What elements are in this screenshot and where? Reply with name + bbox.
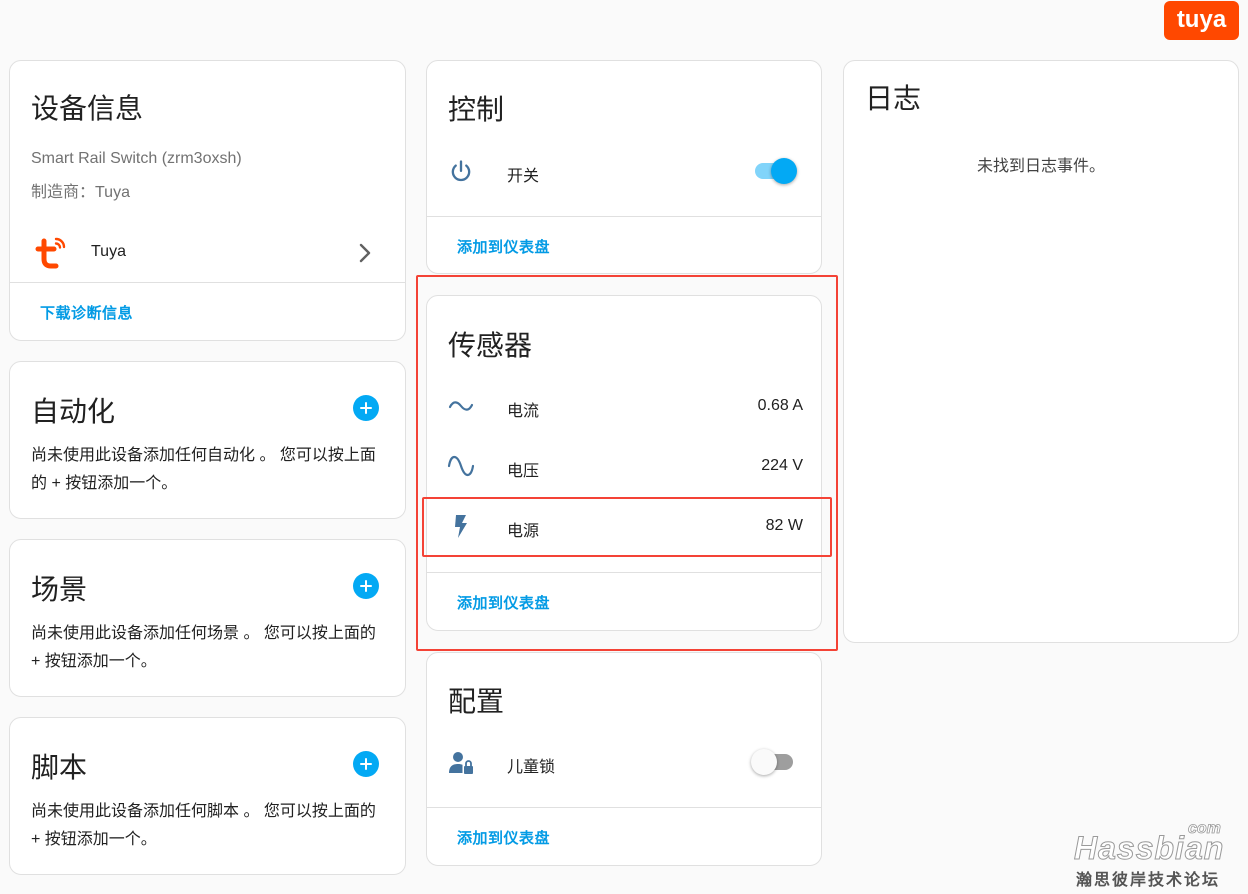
- logbook-empty-text: 未找到日志事件。: [976, 158, 1105, 175]
- current-ac-icon: [448, 401, 474, 411]
- add-automation-button[interactable]: [353, 395, 379, 421]
- sensor-current-value: 0.68 A: [757, 397, 803, 414]
- integration-row-tuya[interactable]: Tuya: [10, 231, 405, 277]
- toggle-knob: [771, 158, 797, 184]
- device-info-title: 设备信息: [31, 93, 144, 124]
- control-add-to-dashboard-link[interactable]: 添加到仪表盘: [457, 236, 550, 257]
- config-title: 配置: [448, 686, 505, 717]
- control-card: 控制 开关 添加到仪表盘: [426, 60, 822, 274]
- switch-label: 开关: [507, 168, 540, 185]
- add-script-button[interactable]: [353, 751, 379, 777]
- automation-description: 尚未使用此设备添加任何自动化 。 您可以按上面的 + 按钮添加一个。: [31, 447, 376, 492]
- device-info-card: 设备信息 Smart Rail Switch (zrm3oxsh) 制造商：Tu…: [9, 60, 406, 341]
- scene-title: 场景: [31, 574, 88, 605]
- sensor-voltage-value: 224 V: [761, 457, 803, 474]
- control-title: 控制: [448, 94, 505, 125]
- script-description: 尚未使用此设备添加任何脚本 。 您可以按上面的 + 按钮添加一个。: [31, 803, 376, 848]
- automation-card: 自动化 尚未使用此设备添加任何自动化 。 您可以按上面的 + 按钮添加一个。: [9, 361, 406, 519]
- account-lock-icon: [449, 752, 473, 774]
- power-icon: [451, 160, 471, 182]
- hassbian-watermark: Hassbian com 瀚思彼岸技术论坛: [1070, 820, 1230, 889]
- logbook-card: 日志 未找到日志事件。: [843, 60, 1239, 643]
- tuya-integration-icon: [35, 237, 66, 269]
- scene-description: 尚未使用此设备添加任何场景 。 您可以按上面的 + 按钮添加一个。: [31, 625, 376, 670]
- sensor-voltage-label: 电压: [507, 463, 540, 480]
- device-manufacturer: 制造商：Tuya: [31, 184, 130, 201]
- sensor-power-value: 82 W: [765, 517, 803, 534]
- child-lock-toggle[interactable]: [751, 747, 797, 777]
- chevron-right-icon: [359, 243, 371, 263]
- watermark-com: com: [1188, 820, 1222, 838]
- control-divider: [427, 216, 821, 217]
- sensor-power-label: 电源: [507, 523, 540, 540]
- download-diagnostics-link[interactable]: 下载诊断信息: [40, 302, 133, 323]
- add-scene-button[interactable]: [353, 573, 379, 599]
- script-title: 脚本: [31, 752, 88, 783]
- sensors-add-to-dashboard-link[interactable]: 添加到仪表盘: [457, 592, 550, 613]
- sensors-card: 传感器 电流 0.68 A 电压 224 V 电源 82 W 添加到仪表盘: [426, 295, 822, 631]
- logbook-title: 日志: [865, 83, 922, 114]
- child-lock-label: 儿童锁: [507, 759, 556, 776]
- scene-card: 场景 尚未使用此设备添加任何场景 。 您可以按上面的 + 按钮添加一个。: [9, 539, 406, 697]
- device-model: Smart Rail Switch (zrm3oxsh): [31, 150, 242, 167]
- integration-label: Tuya: [91, 243, 126, 260]
- config-add-to-dashboard-link[interactable]: 添加到仪表盘: [457, 827, 550, 848]
- device-info-divider: [10, 282, 405, 283]
- toggle-knob: [751, 749, 777, 775]
- sensor-row-current[interactable]: 电流 0.68 A: [427, 386, 821, 426]
- automation-title: 自动化: [31, 396, 116, 427]
- sine-wave-icon: [447, 455, 475, 477]
- sensor-row-power[interactable]: 电源 82 W: [427, 506, 821, 546]
- sensors-divider: [427, 572, 821, 573]
- sensor-current-label: 电流: [507, 403, 540, 420]
- sensor-row-voltage[interactable]: 电压 224 V: [427, 446, 821, 486]
- watermark-sub: 瀚思彼岸技术论坛: [1076, 872, 1221, 889]
- config-card: 配置 儿童锁 添加到仪表盘: [426, 652, 822, 866]
- lightning-bolt-icon: [455, 515, 467, 538]
- sensors-title: 传感器: [448, 330, 533, 361]
- script-card: 脚本 尚未使用此设备添加任何脚本 。 您可以按上面的 + 按钮添加一个。: [9, 717, 406, 875]
- tuya-logo: tuya: [1164, 1, 1239, 40]
- config-divider: [427, 807, 821, 808]
- power-switch-toggle[interactable]: [751, 156, 797, 186]
